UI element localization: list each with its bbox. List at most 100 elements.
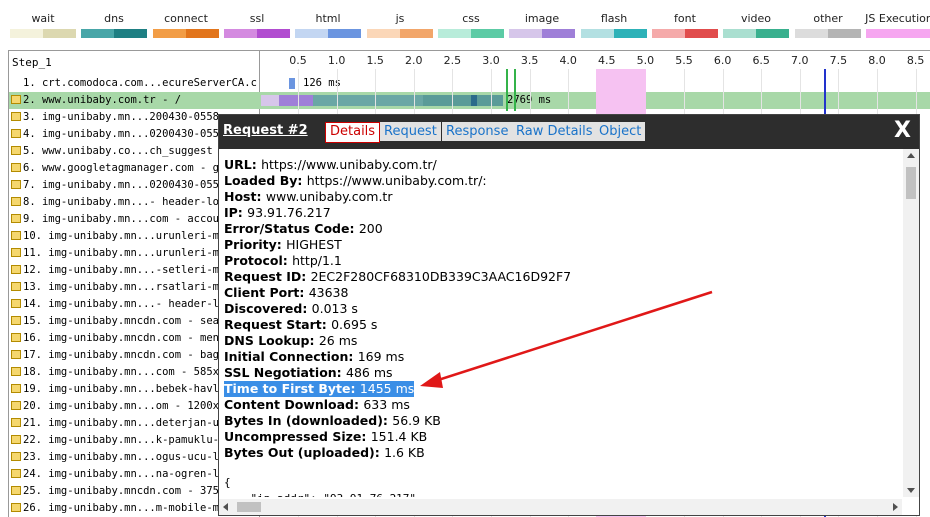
lock-icon	[11, 214, 21, 223]
tab-object[interactable]: Object	[595, 122, 646, 141]
legend-item: dns	[79, 12, 149, 38]
legend-swatch	[153, 29, 219, 38]
lock-icon	[11, 486, 21, 495]
time-tick-label: 4.5	[598, 54, 616, 67]
legend-label: html	[315, 12, 341, 25]
legend-label: wait	[31, 12, 55, 25]
legend-swatch	[224, 29, 290, 38]
lock-icon	[11, 95, 21, 104]
legend-label: connect	[164, 12, 208, 25]
time-tick-label: 2.0	[405, 54, 423, 67]
legend-swatch	[581, 29, 647, 38]
lock-icon	[11, 401, 21, 410]
scroll-up-icon[interactable]	[907, 153, 915, 158]
legend-label: image	[524, 12, 560, 25]
table-row[interactable]: 2. www.unibaby.com.tr - /2769 ms	[9, 92, 930, 109]
legend-swatch	[509, 29, 575, 38]
legend-label: dns	[104, 12, 124, 25]
request-details-dialog: Request #2 Details Request Response Raw …	[218, 114, 920, 516]
scroll-left-icon[interactable]	[223, 503, 228, 511]
table-row[interactable]: 1. crt.comodoca.com...ecureServerCA.crt 1…	[9, 75, 930, 92]
vertical-scrollbar[interactable]	[903, 149, 919, 497]
detail-field: Initial Connection: 169 ms	[224, 349, 405, 364]
detail-field: Request Start: 0.695 s	[224, 317, 378, 332]
legend-item: html	[293, 12, 363, 38]
time-tick-label: 3.5	[520, 54, 539, 67]
legend-label: other	[813, 12, 843, 25]
lock-icon	[11, 418, 21, 427]
time-scale: 0.5 1.0 1.5 2.0 2.5 3.0 3.5 4.0 4.5 5.0 5.5 6.0 6.5 7…	[261, 51, 930, 71]
legend-swatch	[795, 29, 861, 38]
lock-icon	[11, 316, 21, 325]
time-tick-label: 4.0	[559, 54, 577, 67]
request-name[interactable]: 1. crt.comodoca.com...ecureServerCA.crt	[11, 77, 257, 89]
time-tick-label: 2.5	[443, 54, 462, 67]
lock-icon	[11, 469, 21, 478]
scroll-thumb[interactable]	[906, 167, 916, 199]
time-tick-label: 1.5	[366, 54, 384, 67]
legend-item: font	[650, 12, 720, 38]
time-tick-label: 6.0	[713, 54, 732, 67]
detail-field: Loaded By: https://www.unibaby.com.tr/:	[224, 173, 487, 188]
tab-raw-details[interactable]: Raw Details	[512, 122, 597, 141]
lock-icon	[11, 197, 21, 206]
legend-swatch	[866, 29, 930, 38]
lock-icon	[11, 503, 21, 512]
tab-details[interactable]: Details	[325, 122, 381, 143]
detail-field: URL: https://www.unibaby.com.tr/	[224, 157, 437, 172]
dialog-header: Request #2 Details Request Response Raw …	[219, 115, 919, 149]
time-tick-label: 8.0	[868, 54, 886, 67]
legend-item: css	[436, 12, 506, 38]
lock-icon	[11, 180, 21, 189]
horizontal-scrollbar[interactable]	[219, 499, 902, 515]
legend-item: connect	[151, 12, 221, 38]
legend-swatch	[81, 29, 147, 38]
scroll-thumb-horizontal[interactable]	[237, 502, 261, 512]
legend-item: JS Execution	[864, 12, 930, 38]
detail-field: Uncompressed Size: 151.4 KB	[224, 429, 428, 444]
lock-icon	[11, 112, 21, 121]
legend-swatch	[295, 29, 361, 38]
detail-field: Priority: HIGHEST	[224, 237, 342, 252]
legend-label: font	[674, 12, 696, 25]
legend-item: video	[721, 12, 791, 38]
bar-segment	[279, 95, 313, 106]
time-tick-label: 5.0	[636, 54, 655, 67]
time-tick-label: 8.5	[906, 54, 925, 67]
detail-field: Protocol: http/1.1	[224, 253, 342, 268]
detail-field: Discovered: 0.013 s	[224, 301, 358, 316]
time-tick-label: 1.0	[327, 54, 346, 67]
lock-icon	[11, 333, 21, 342]
scroll-right-icon[interactable]	[893, 503, 898, 511]
request-name[interactable]: 2. www.unibaby.com.tr - /	[11, 94, 257, 106]
detail-field: DNS Lookup: 26 ms	[224, 333, 358, 348]
lock-icon	[11, 282, 21, 291]
dialog-body: URL: https://www.unibaby.com.tr/Loaded B…	[219, 149, 902, 497]
lock-icon	[11, 265, 21, 274]
detail-field: Error/Status Code: 200	[224, 221, 383, 236]
legend-item: image	[507, 12, 577, 38]
legend-item: ssl	[222, 12, 292, 38]
lock-icon	[11, 231, 21, 240]
scroll-down-icon[interactable]	[907, 488, 915, 493]
event-marker	[506, 69, 508, 111]
bar-segment	[423, 95, 471, 106]
lock-icon	[11, 367, 21, 376]
tab-request[interactable]: Request	[380, 122, 441, 141]
legend-swatch	[438, 29, 504, 38]
lock-icon	[11, 452, 21, 461]
tab-response[interactable]: Response	[442, 122, 513, 141]
legend-label: video	[740, 12, 772, 25]
close-button[interactable]: X	[894, 118, 911, 143]
legend-item: wait	[8, 12, 78, 38]
lock-icon	[11, 350, 21, 359]
legend-label: ssl	[249, 12, 265, 25]
legend-label: JS Execution	[865, 12, 930, 25]
json-preview: { "ip_addr": "93.91.76.217",	[224, 476, 423, 497]
legend-item: other	[793, 12, 863, 38]
legend-swatch	[652, 29, 718, 38]
time-tick-label: 0.5	[289, 54, 307, 67]
legend-swatch	[10, 29, 76, 38]
lock-icon	[11, 248, 21, 257]
legend-label: flash	[600, 12, 628, 25]
